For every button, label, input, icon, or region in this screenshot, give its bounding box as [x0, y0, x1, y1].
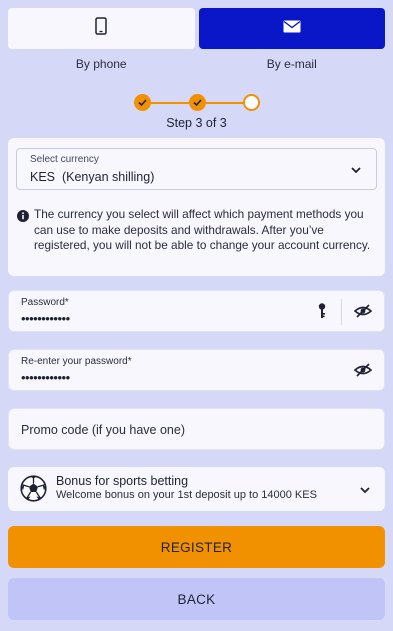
eye-hidden-icon[interactable] — [353, 363, 373, 382]
bonus-select[interactable]: Bonus for sports betting Welcome bonus o… — [8, 467, 385, 511]
registration-method-tabs — [8, 8, 385, 49]
confirm-password-field[interactable]: Re-enter your password* •••••••••••• — [8, 349, 385, 391]
tab-by-email[interactable] — [198, 8, 385, 49]
checkmark-icon — [193, 99, 202, 107]
step-3-current — [243, 94, 260, 111]
chevron-down-icon — [350, 163, 362, 181]
confirm-password-label: Re-enter your password* — [21, 356, 132, 367]
eye-hidden-icon[interactable] — [353, 304, 373, 323]
stepper-line — [151, 102, 189, 104]
field-divider — [341, 299, 342, 325]
currency-select[interactable]: Select currency KES (Kenyan shilling) — [16, 148, 377, 190]
key-icon[interactable] — [318, 303, 326, 324]
bonus-subtitle: Welcome bonus on your 1st deposit up to … — [56, 489, 317, 501]
currency-card: Select currency KES (Kenyan shilling) Th… — [8, 138, 385, 276]
promo-code-field[interactable]: Promo code (if you have one) — [8, 408, 385, 450]
password-label: Password* — [21, 297, 69, 308]
smartphone-icon — [95, 17, 107, 40]
chevron-down-icon — [359, 483, 371, 501]
step-2-complete — [189, 94, 206, 111]
currency-select-label: Select currency — [30, 154, 99, 165]
envelope-icon — [283, 20, 301, 38]
info-icon — [17, 209, 29, 227]
confirm-password-input[interactable]: •••••••••••• — [21, 370, 70, 385]
stepper-line — [206, 102, 244, 104]
step-indicator-text: Step 3 of 3 — [166, 116, 227, 130]
password-input[interactable]: •••••••••••• — [21, 311, 70, 326]
soccer-ball-icon — [20, 475, 47, 507]
tab-labels: By phone By e-mail — [8, 57, 385, 71]
tab-by-phone[interactable] — [8, 8, 195, 49]
checkmark-icon — [138, 99, 147, 107]
progress-stepper — [134, 94, 260, 111]
step-1-complete — [134, 94, 151, 111]
password-field[interactable]: Password* •••••••••••• — [8, 290, 385, 332]
promo-code-placeholder: Promo code (if you have one) — [21, 423, 185, 437]
back-button[interactable]: BACK — [8, 578, 385, 620]
register-button[interactable]: REGISTER — [8, 526, 385, 568]
currency-select-value: KES (Kenyan shilling) — [30, 170, 155, 184]
bonus-title: Bonus for sports betting — [56, 474, 189, 488]
tab-label-email[interactable]: By e-mail — [199, 57, 386, 71]
tab-label-phone[interactable]: By phone — [8, 57, 195, 71]
currency-info-text: The currency you select will affect whic… — [34, 207, 371, 252]
